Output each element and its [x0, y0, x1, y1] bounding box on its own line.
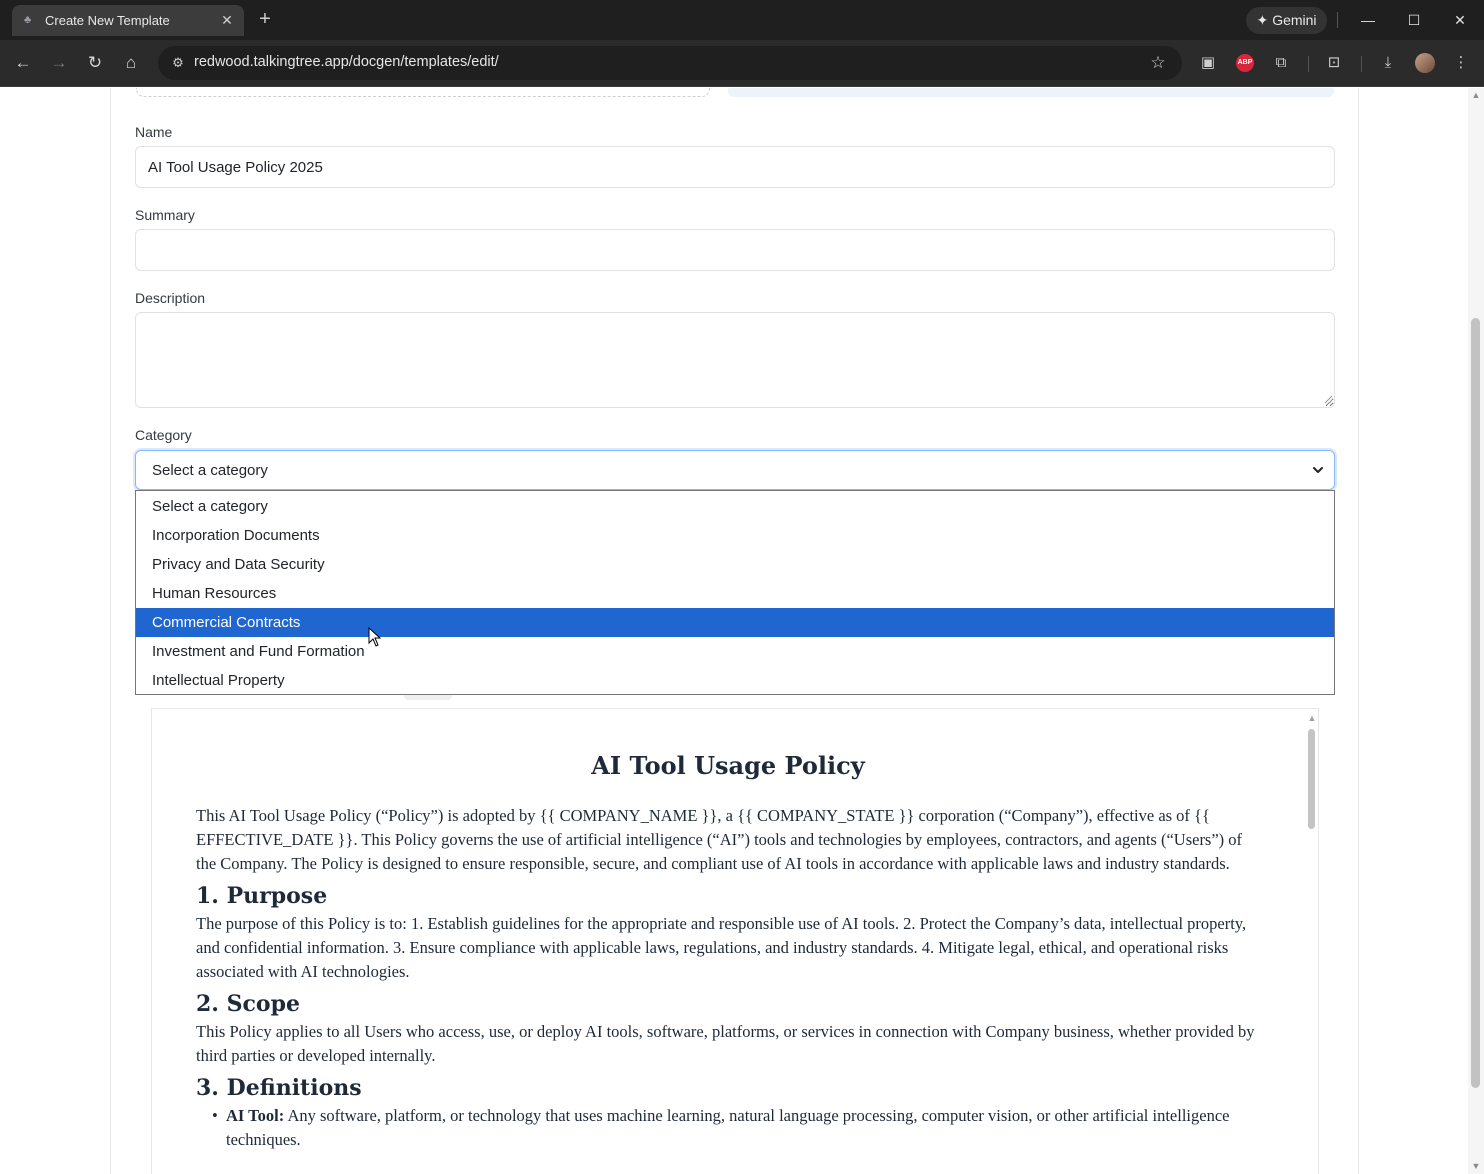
document-preview: AI Tool Usage Policy This AI Tool Usage …	[151, 708, 1319, 1174]
reload-icon[interactable]: ↻	[83, 51, 107, 75]
tab-search-icon[interactable]: ⊡	[1323, 52, 1345, 74]
preview-scroll-thumb[interactable]	[1308, 729, 1315, 829]
profile-avatar[interactable]	[1415, 53, 1435, 73]
description-label: Description	[135, 290, 206, 306]
preview-scroll-up-icon[interactable]: ▲	[1306, 713, 1318, 723]
tabbar-divider	[1337, 12, 1338, 28]
description-textarea[interactable]	[135, 312, 1335, 408]
browser-tab-active[interactable]: ♣ Create New Template ✕	[12, 5, 244, 36]
definition-term: AI Tool:	[226, 1106, 285, 1125]
sparkle-icon: ✦	[1256, 12, 1269, 28]
scroll-down-icon[interactable]: ▼	[1468, 1160, 1484, 1172]
adblock-plus-icon[interactable]: ABP	[1236, 54, 1254, 72]
section-body: The purpose of this Policy is to: 1. Est…	[196, 914, 1247, 981]
browser-menu-icon[interactable]: ⋮	[1450, 52, 1472, 74]
section-body: This Policy applies to all Users who acc…	[196, 1022, 1255, 1065]
info-panel-edge	[728, 88, 1334, 97]
name-label: Name	[135, 124, 173, 140]
name-input[interactable]	[135, 146, 1335, 188]
definitions-list: AI Tool: Any software, platform, or tech…	[196, 1104, 1256, 1152]
summary-label: Summary	[135, 207, 195, 223]
category-label: Category	[135, 427, 192, 443]
browser-tab-bar: ♣ Create New Template ✕ + ✦ Gemini — ☐ ✕	[0, 0, 1484, 40]
tree-favicon-icon: ♣	[24, 14, 32, 26]
category-selected-value: Select a category	[152, 462, 268, 479]
home-icon[interactable]: ⌂	[119, 51, 143, 75]
document-title: AI Tool Usage Policy	[591, 751, 865, 780]
browser-toolbar: ← → ↻ ⌂ ⚙ redwood.talkingtree.app/docgen…	[0, 40, 1484, 87]
minimize-icon[interactable]: —	[1355, 8, 1381, 32]
mouse-cursor-icon	[368, 627, 382, 647]
document-preview-content: AI Tool Usage Policy This AI Tool Usage …	[196, 751, 1256, 1152]
category-option[interactable]: Privacy and Data Security	[136, 550, 1334, 579]
site-settings-icon[interactable]: ⚙	[166, 51, 190, 75]
download-icon[interactable]: ⤓	[1377, 52, 1399, 74]
bookmark-star-icon[interactable]: ☆	[1146, 51, 1170, 75]
gemini-button[interactable]: ✦ Gemini	[1246, 7, 1327, 34]
category-option[interactable]: Human Resources	[136, 579, 1334, 608]
category-select[interactable]: Select a category	[135, 450, 1335, 490]
page-scroll-thumb[interactable]	[1471, 318, 1480, 1088]
resize-grip-icon[interactable]	[1323, 394, 1333, 404]
section-heading: 3. Definitions	[196, 1075, 362, 1101]
close-window-icon[interactable]: ✕	[1447, 8, 1473, 32]
page-viewport: Name Summary Description Category Select…	[0, 88, 1468, 1174]
new-tab-icon[interactable]: +	[254, 8, 276, 30]
tab-title: Create New Template	[45, 13, 170, 28]
forward-arrow-icon[interactable]: →	[47, 51, 71, 75]
extensions-puzzle-icon[interactable]: ⧉	[1270, 52, 1292, 74]
preview-tab-edge	[404, 695, 452, 700]
card-border-left	[110, 88, 111, 1174]
gemini-label: Gemini	[1272, 12, 1317, 28]
category-option[interactable]: Incorporation Documents	[136, 521, 1334, 550]
toolbar-divider	[1308, 56, 1309, 72]
document-intro: This AI Tool Usage Policy (“Policy”) is …	[196, 806, 1243, 873]
card-border-right	[1358, 88, 1359, 1174]
extension-media-icon[interactable]: ▣	[1197, 52, 1219, 74]
definition-item: AI Tool: Any software, platform, or tech…	[212, 1104, 1256, 1152]
category-dropdown-list: Select a category Incorporation Document…	[135, 490, 1335, 695]
category-option[interactable]: Select a category	[136, 492, 1334, 521]
chevron-down-icon	[1313, 467, 1323, 473]
summary-input[interactable]	[135, 229, 1335, 271]
address-bar[interactable]: ⚙ redwood.talkingtree.app/docgen/templat…	[158, 46, 1182, 80]
url-text[interactable]: redwood.talkingtree.app/docgen/templates…	[194, 54, 499, 70]
toolbar-divider	[1361, 56, 1362, 72]
category-option[interactable]: Intellectual Property	[136, 666, 1334, 695]
section-heading: 1. Purpose	[196, 883, 328, 909]
upload-dropzone-edge[interactable]	[136, 88, 710, 97]
category-option-highlighted[interactable]: Commercial Contracts	[136, 608, 1334, 637]
maximize-icon[interactable]: ☐	[1401, 8, 1427, 32]
back-arrow-icon[interactable]: ←	[11, 51, 35, 75]
scroll-up-icon[interactable]: ▲	[1468, 89, 1484, 101]
section-heading: 2. Scope	[196, 991, 300, 1017]
close-tab-icon[interactable]: ✕	[218, 11, 236, 29]
definition-text: Any software, platform, or technology th…	[226, 1106, 1230, 1149]
category-option[interactable]: Investment and Fund Formation	[136, 637, 1334, 666]
